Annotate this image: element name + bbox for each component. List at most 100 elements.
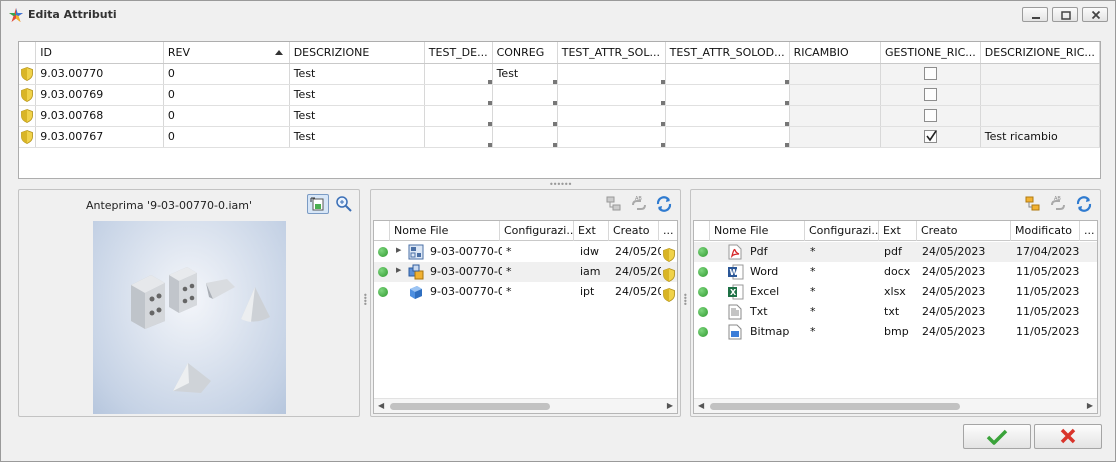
grid-row[interactable]: 9.03.00769 0 Test	[19, 84, 1100, 106]
docs-column-ext[interactable]: Ext	[879, 221, 917, 241]
expand-arrow-icon[interactable]: ▶	[396, 266, 401, 274]
files-column-creato[interactable]: Creato	[609, 221, 659, 241]
column-header-gestione-ric[interactable]: GESTIONE_RIC...	[880, 42, 981, 64]
cell-conreg[interactable]	[492, 126, 558, 148]
refresh-icon[interactable]	[655, 195, 673, 213]
cell-conreg[interactable]: Test	[492, 63, 558, 85]
link-docs-icon[interactable]: AB	[1048, 195, 1066, 213]
column-header-test-attr-sol[interactable]: TEST_ATTR_SOL...	[557, 42, 666, 64]
gestione-checkbox[interactable]	[923, 130, 937, 144]
cell-gestione-ric[interactable]	[880, 105, 981, 127]
cell-test-de[interactable]	[424, 63, 493, 85]
column-header-conreg[interactable]: CONREG	[492, 42, 558, 64]
document-row[interactable]: Txt * txt 24/05/2023 11/05/2023	[694, 302, 1097, 322]
cell-test-attr-solod[interactable]	[665, 126, 790, 148]
column-header-test-de[interactable]: TEST_DE...	[424, 42, 493, 64]
files-column-ext[interactable]: Ext	[574, 221, 609, 241]
document-row[interactable]: W Word * docx 24/05/2023 11/05/2023	[694, 262, 1097, 282]
cell-descrizione-ric[interactable]	[980, 63, 1100, 85]
row-indicator[interactable]	[19, 105, 37, 127]
column-header-rev[interactable]: REV	[163, 42, 290, 64]
docs-column-more[interactable]: ...	[1080, 221, 1099, 241]
cell-descrizione[interactable]: Test	[289, 84, 425, 106]
row-indicator[interactable]	[19, 84, 37, 106]
cell-rev[interactable]: 0	[163, 126, 290, 148]
cell-conreg[interactable]	[492, 105, 558, 127]
cell-conreg[interactable]	[492, 84, 558, 106]
tree-view-color-icon[interactable]	[1024, 195, 1042, 213]
files-list[interactable]: Nome File Configurazi... Ext Creato ... …	[373, 220, 678, 414]
column-header-test-attr-solod[interactable]: TEST_ATTR_SOLOD...	[665, 42, 790, 64]
files-column-configurazione[interactable]: Configurazi...	[500, 221, 574, 241]
cell-descrizione-ric[interactable]	[980, 105, 1100, 127]
cell-id[interactable]: 9.03.00769	[35, 84, 164, 106]
files-column-more[interactable]: ...	[659, 221, 679, 241]
cell-test-de[interactable]	[424, 126, 493, 148]
vertical-splitter-left[interactable]: • • • •	[363, 292, 368, 309]
docs-scroll-thumb[interactable]	[710, 403, 960, 410]
docs-column-modificato[interactable]: Modificato	[1011, 221, 1080, 241]
cell-gestione-ric[interactable]	[880, 84, 981, 106]
document-row[interactable]: Bitmap * bmp 24/05/2023 11/05/2023	[694, 322, 1097, 342]
file-row[interactable]: ▶ 9-03-00770-0 * idw 24/05/20	[374, 242, 677, 262]
link-icon[interactable]: AB	[629, 195, 647, 213]
column-header-descrizione[interactable]: DESCRIZIONE	[289, 42, 425, 64]
cell-test-attr-sol[interactable]	[557, 84, 666, 106]
minimize-button[interactable]	[1022, 7, 1048, 22]
grid-row[interactable]: 9.03.00768 0 Test	[19, 105, 1100, 127]
cell-rev[interactable]: 0	[163, 63, 290, 85]
cell-rev[interactable]: 0	[163, 84, 290, 106]
cell-test-attr-sol[interactable]	[557, 126, 666, 148]
refresh-docs-icon[interactable]	[1075, 195, 1093, 213]
scroll-left-icon[interactable]: ◀	[378, 401, 384, 410]
row-indicator[interactable]	[19, 126, 37, 148]
docs-horizontal-scrollbar[interactable]: ◀ ▶	[694, 398, 1097, 413]
cell-test-attr-solod[interactable]	[665, 105, 790, 127]
gestione-checkbox[interactable]	[923, 67, 937, 81]
cell-test-de[interactable]	[424, 84, 493, 106]
tree-view-icon[interactable]	[605, 195, 623, 213]
cell-test-attr-solod[interactable]	[665, 84, 790, 106]
docs-column-configurazione[interactable]: Configurazi...	[805, 221, 879, 241]
docs-scroll-right-icon[interactable]: ▶	[1087, 401, 1093, 410]
maximize-button[interactable]	[1052, 7, 1078, 22]
cell-gestione-ric[interactable]	[880, 126, 981, 148]
files-horizontal-scrollbar[interactable]: ◀ ▶	[374, 398, 677, 413]
files-scroll-thumb[interactable]	[390, 403, 550, 410]
cell-test-attr-solod[interactable]	[665, 63, 790, 85]
cell-test-de[interactable]	[424, 105, 493, 127]
expand-arrow-icon[interactable]: ▶	[396, 246, 401, 254]
column-header-id[interactable]: ID	[35, 42, 164, 64]
cell-rev[interactable]: 0	[163, 105, 290, 127]
grid-row[interactable]: 9.03.00770 0 Test Test	[19, 63, 1100, 85]
model-preview-image[interactable]	[93, 221, 286, 414]
docs-column-nome-file[interactable]: Nome File	[710, 221, 805, 241]
cell-descrizione-ric[interactable]	[980, 84, 1100, 106]
scroll-right-icon[interactable]: ▶	[667, 401, 673, 410]
vertical-splitter-right[interactable]: • • • •	[683, 292, 688, 309]
cell-gestione-ric[interactable]	[880, 63, 981, 85]
document-row[interactable]: Pdf * pdf 24/05/2023 17/04/2023	[694, 242, 1097, 262]
documents-list[interactable]: Nome File Configurazi... Ext Creato Modi…	[693, 220, 1098, 414]
horizontal-splitter[interactable]: ••••••	[549, 181, 572, 189]
cell-descrizione[interactable]: Test	[289, 105, 425, 127]
fit-view-button[interactable]	[307, 194, 329, 214]
cell-descrizione[interactable]: Test	[289, 126, 425, 148]
grid-row[interactable]: 9.03.00767 0 Test Test ricambio	[19, 126, 1100, 148]
docs-scroll-left-icon[interactable]: ◀	[698, 401, 704, 410]
files-column-nome-file[interactable]: Nome File	[390, 221, 500, 241]
cell-test-attr-sol[interactable]	[557, 63, 666, 85]
cell-descrizione[interactable]: Test	[289, 63, 425, 85]
gestione-checkbox[interactable]	[923, 88, 937, 102]
file-row[interactable]: ▶ 9-03-00770-0 * iam 24/05/20	[374, 262, 677, 282]
cell-id[interactable]: 9.03.00768	[35, 105, 164, 127]
cell-id[interactable]: 9.03.00767	[35, 126, 164, 148]
close-button[interactable]	[1082, 7, 1108, 22]
cell-id[interactable]: 9.03.00770	[35, 63, 164, 85]
document-row[interactable]: X Excel * xlsx 24/05/2023 11/05/2023	[694, 282, 1097, 302]
confirm-button[interactable]	[963, 424, 1031, 449]
zoom-button[interactable]	[335, 195, 353, 213]
gestione-checkbox[interactable]	[923, 109, 937, 123]
attributes-grid[interactable]: ID REV DESCRIZIONE TEST_DE... CONREG TES…	[18, 41, 1101, 179]
docs-column-creato[interactable]: Creato	[917, 221, 1011, 241]
